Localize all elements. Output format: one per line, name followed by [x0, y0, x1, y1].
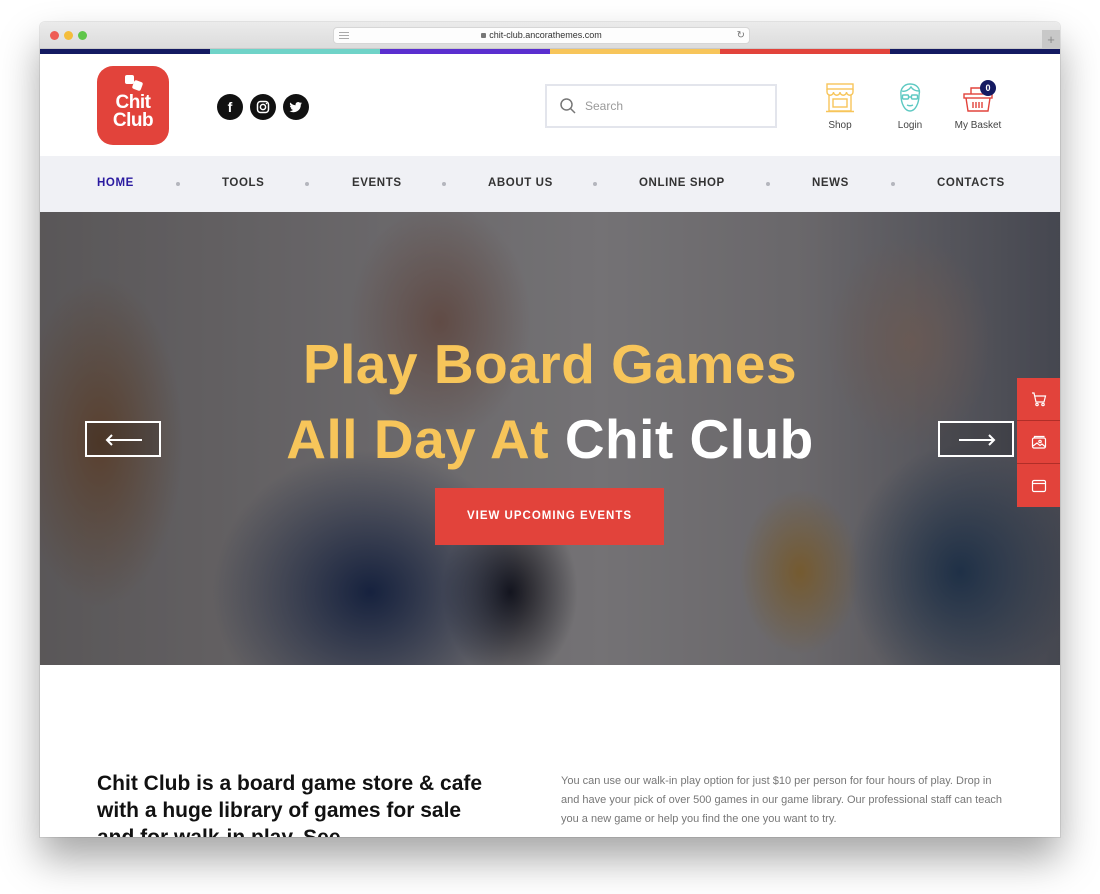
hero-heading-white: Chit Club	[564, 408, 814, 470]
nav-item-contacts[interactable]: Contacts	[937, 177, 1005, 189]
lock-icon	[481, 33, 487, 38]
nav-separator	[766, 182, 770, 186]
slider-next-button[interactable]	[938, 421, 1014, 457]
login-label: Login	[897, 120, 923, 131]
browser-window-icon	[1031, 479, 1046, 492]
hero-heading-yellow: All Day At	[286, 408, 565, 470]
site-header: Chit Club f Shop	[40, 54, 1060, 156]
side-cart-button[interactable]	[1017, 378, 1060, 421]
search-input[interactable]	[585, 86, 765, 126]
cart-icon	[1031, 392, 1046, 407]
nav-item-home[interactable]: Home	[97, 177, 134, 189]
nav-item-tools[interactable]: Tools	[222, 177, 264, 189]
instagram-icon[interactable]	[250, 94, 276, 120]
user-avatar-icon	[900, 83, 921, 112]
nav-item-events[interactable]: Events	[352, 177, 402, 189]
arrow-left-icon	[105, 434, 142, 446]
intro-section: Chit Club is a board game store & cafe w…	[40, 665, 1060, 837]
storefront-icon	[826, 83, 854, 113]
site-logo[interactable]: Chit Club	[97, 66, 169, 145]
nav-item-news[interactable]: News	[812, 177, 849, 189]
browser-window: chit-club.ancorathemes.com ↻ + Chit Club…	[40, 22, 1060, 837]
gallery-icon	[1031, 435, 1046, 449]
browser-toolbar: chit-club.ancorathemes.com ↻ +	[40, 22, 1060, 49]
nav-item-online-shop[interactable]: Online Shop	[639, 177, 725, 189]
hero-heading-line1: Play Board Games	[302, 333, 798, 395]
reader-view-icon[interactable]	[339, 32, 349, 39]
intro-heading: Chit Club is a board game store & cafe w…	[97, 772, 483, 837]
logo-text-line2: Club	[112, 110, 154, 131]
intro-paragraph: You can use our walk-in play option for …	[561, 775, 1003, 825]
arrow-right-icon	[959, 434, 996, 446]
address-bar[interactable]: chit-club.ancorathemes.com ↻	[333, 27, 750, 44]
nav-separator	[305, 182, 309, 186]
nav-separator	[442, 182, 446, 186]
url-text: chit-club.ancorathemes.com	[489, 30, 602, 40]
maximize-window-button[interactable]	[78, 31, 87, 40]
shop-label: Shop	[828, 120, 852, 131]
basket-count-badge: 0	[980, 80, 996, 96]
shop-link[interactable]: Shop	[818, 82, 862, 131]
reload-icon[interactable]: ↻	[737, 28, 745, 43]
basket-link[interactable]: 0 My Basket	[946, 80, 1010, 131]
nav-item-about-us[interactable]: About Us	[488, 177, 553, 189]
social-links: f	[217, 94, 309, 120]
main-nav: Home Tools Events About Us Online Shop N…	[40, 156, 1060, 212]
new-tab-button[interactable]: +	[1042, 30, 1060, 49]
slider-prev-button[interactable]	[85, 421, 161, 457]
search-icon[interactable]	[559, 97, 577, 115]
nav-separator	[176, 182, 180, 186]
side-window-button[interactable]	[1017, 464, 1060, 507]
nav-separator	[891, 182, 895, 186]
side-gallery-button[interactable]	[1017, 421, 1060, 464]
basket-label: My Basket	[954, 120, 1002, 131]
hero-slider: Play Board Games All Day At Chit Club Vi…	[40, 212, 1060, 665]
minimize-window-button[interactable]	[64, 31, 73, 40]
facebook-icon[interactable]: f	[217, 94, 243, 120]
nav-separator	[593, 182, 597, 186]
close-window-button[interactable]	[50, 31, 59, 40]
dice-icon	[125, 75, 144, 92]
search-box	[545, 84, 777, 128]
login-link[interactable]: Login	[888, 82, 932, 131]
hero-heading-line2: All Day At Chit Club	[40, 407, 1060, 471]
side-toolbar	[1017, 378, 1060, 507]
view-upcoming-events-button[interactable]: View Upcoming Events	[435, 488, 664, 545]
twitter-icon[interactable]	[283, 94, 309, 120]
